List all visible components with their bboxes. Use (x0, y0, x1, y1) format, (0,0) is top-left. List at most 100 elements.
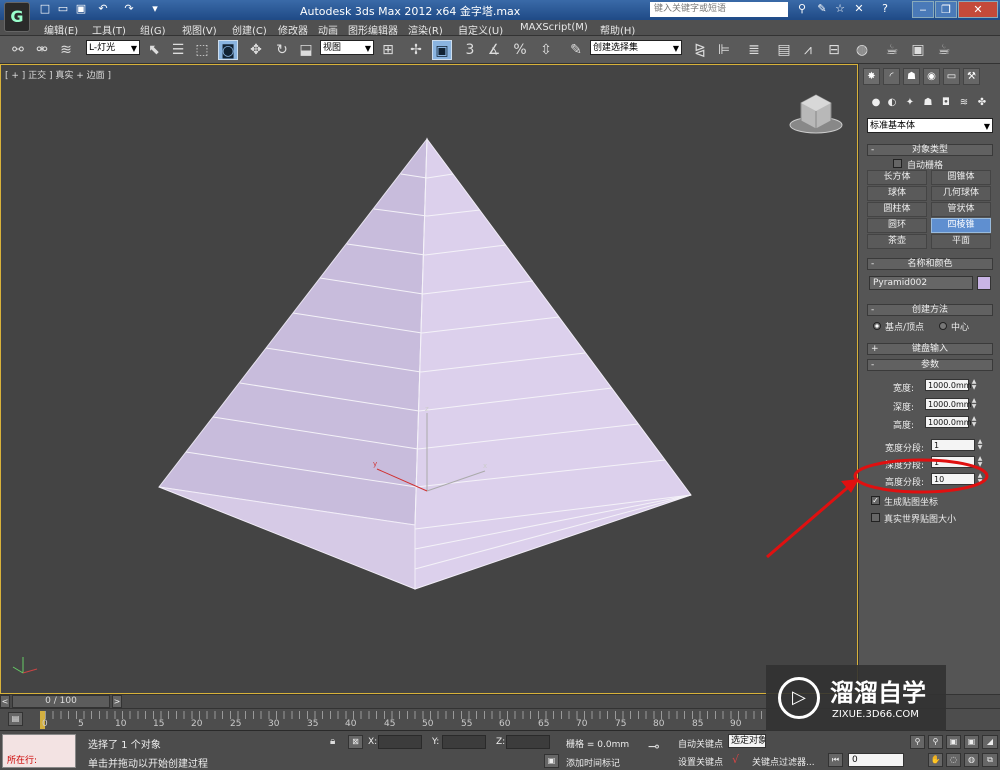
pan-icon[interactable]: ✋ (928, 753, 943, 767)
quick-access-menu-icon[interactable]: ▾ (148, 2, 162, 16)
utilities-tab-icon[interactable]: ⚒ (963, 68, 980, 85)
window-crossing-icon[interactable]: ◙ (218, 40, 238, 60)
align-icon[interactable]: ⊫ (714, 40, 734, 60)
rectangular-region-icon[interactable]: ⬚ (192, 40, 212, 60)
geometry-icon[interactable]: ● (869, 96, 883, 110)
height-spin-arrows[interactable]: ▲ ▼ (971, 416, 977, 428)
close-button[interactable]: ✕ (958, 1, 998, 18)
cameras-icon[interactable]: ☗ (921, 96, 935, 110)
time-tag-icon[interactable]: ▣ (544, 754, 559, 768)
prev-frame-icon[interactable]: < (0, 695, 10, 708)
menu-maxscript[interactable]: MAXScript(M) (520, 22, 588, 33)
hierarchy-tab-icon[interactable]: ☗ (903, 68, 920, 85)
add-time-tag[interactable]: 添加时间标记 (566, 756, 620, 769)
link-icon[interactable]: ⚯ (8, 40, 28, 60)
key-filters-button[interactable]: 关键点过滤器... (752, 755, 815, 768)
graphite-tools-icon[interactable]: ▤ (774, 40, 794, 60)
pyramid-button[interactable]: 四棱锥 (931, 218, 991, 233)
set-key-button[interactable]: 设置关键点 (678, 755, 723, 768)
x-coordinate-field[interactable] (378, 735, 422, 749)
depth-spinner[interactable]: 1000.0mm (925, 398, 972, 410)
orbit-subobject-icon[interactable]: ◍ (964, 753, 979, 767)
width-segs-spinner[interactable]: 1 (931, 439, 975, 451)
field-of-view-icon[interactable]: ◢ (982, 735, 998, 749)
lights-icon[interactable]: ✦ (903, 96, 917, 110)
menu-help[interactable]: 帮助(H) (600, 22, 635, 37)
named-selection-dropdown[interactable]: 创建选择集 (590, 40, 682, 56)
material-editor-icon[interactable]: ◍ (852, 40, 872, 60)
set-key-mode-icon[interactable]: ⊸ (648, 739, 660, 755)
curve-editor-icon[interactable]: ⩘ (798, 40, 818, 60)
current-frame-field[interactable]: 0 (848, 753, 904, 767)
rotate-icon[interactable]: ↻ (272, 40, 292, 60)
height-spinner[interactable]: 1000.0mm (925, 416, 972, 428)
open-file-icon[interactable]: ▭ (56, 2, 70, 16)
schematic-view-icon[interactable]: ⊟ (824, 40, 844, 60)
z-coordinate-field[interactable] (506, 735, 550, 749)
frame-indicator[interactable]: 0 / 100 (12, 695, 110, 708)
width-spin-arrows[interactable]: ▲ ▼ (971, 379, 977, 391)
depth-spin-arrows[interactable]: ▲ ▼ (971, 398, 977, 410)
cylinder-button[interactable]: 圆柱体 (867, 202, 927, 217)
new-file-icon[interactable]: □ (38, 2, 52, 16)
render-setup-icon[interactable]: ☕ (882, 40, 902, 60)
autogrid-checkbox[interactable] (893, 159, 902, 168)
reference-coordinate-dropdown[interactable]: 视图 (320, 40, 374, 56)
maxscript-listener[interactable]: 所在行: (2, 734, 76, 768)
width-spinner[interactable]: 1000.0mm (925, 379, 972, 391)
zoom-extents-all-icon[interactable]: ▣ (964, 735, 979, 749)
motion-tab-icon[interactable]: ◉ (923, 68, 940, 85)
modify-tab-icon[interactable]: ◜ (883, 68, 900, 85)
orbit-icon[interactable]: ◌ (946, 753, 961, 767)
goto-start-icon[interactable]: ⏮ (828, 753, 843, 767)
save-file-icon[interactable]: ▣ (74, 2, 88, 16)
width-segs-spin-arrows[interactable]: ▲ ▼ (977, 439, 983, 451)
menu-modifiers[interactable]: 修改器 (278, 22, 308, 37)
auto-key-button[interactable]: 自动关键点 (678, 737, 723, 750)
geosphere-button[interactable]: 几何球体 (931, 186, 991, 201)
layer-manager-icon[interactable]: ≣ (744, 40, 764, 60)
object-color-swatch[interactable] (977, 276, 991, 290)
angle-snap-icon[interactable]: ∡ (484, 40, 504, 60)
teapot-button[interactable]: 茶壶 (867, 234, 927, 249)
absolute-mode-icon[interactable]: ⊠ (348, 735, 363, 749)
keyboard-shortcut-override-icon[interactable]: ▣ (432, 40, 452, 60)
center-radio[interactable] (939, 322, 947, 330)
category-dropdown[interactable]: 标准基本体 (867, 118, 993, 134)
tube-button[interactable]: 管状体 (931, 202, 991, 217)
select-manipulate-icon[interactable]: ✢ (406, 40, 426, 60)
menu-tools[interactable]: 工具(T) (92, 22, 126, 37)
selection-filter-dropdown[interactable]: L-灯光 (86, 40, 140, 56)
shapes-icon[interactable]: ◐ (885, 96, 899, 110)
menu-views[interactable]: 视图(V) (182, 22, 217, 37)
scale-icon[interactable]: ⬓ (296, 40, 316, 60)
percent-snap-icon[interactable]: % (510, 40, 530, 60)
perspective-viewport[interactable]: [ + ] 正交 ] 真实 + 边面 ] z x y (0, 64, 859, 694)
restore-button[interactable]: ❐ (935, 1, 957, 18)
mirror-icon[interactable]: ⧎ (690, 40, 710, 60)
menu-customize[interactable]: 自定义(U) (458, 22, 503, 37)
keyboard-entry-rollout[interactable]: + 键盘输入 (867, 343, 993, 355)
minimize-button[interactable]: ‒ (912, 1, 934, 18)
render-production-icon[interactable]: ☕ (934, 40, 954, 60)
app-logo-icon[interactable]: G (4, 2, 30, 32)
curve-editor-mini-icon[interactable]: ▤ (8, 712, 23, 726)
zoom-all-icon[interactable]: ⚲ (928, 735, 943, 749)
zoom-extents-icon[interactable]: ▣ (946, 735, 961, 749)
maximize-viewport-icon[interactable]: ⧉ (982, 753, 998, 767)
redo-icon[interactable]: ↷ (122, 2, 136, 16)
move-icon[interactable]: ✥ (246, 40, 266, 60)
search-input[interactable]: 键入关键字或短语 (650, 2, 788, 17)
snaps-toggle-icon[interactable]: 3 (460, 40, 480, 60)
display-tab-icon[interactable]: ▭ (943, 68, 960, 85)
close-search-icon[interactable]: ✕ (852, 2, 866, 16)
lock-selection-icon[interactable]: 🔒︎ (330, 736, 335, 747)
menu-group[interactable]: 组(G) (140, 22, 166, 37)
systems-icon[interactable]: ✤ (975, 96, 989, 110)
spinner-snap-icon[interactable]: ⇳ (536, 40, 556, 60)
subscription-icon[interactable]: ✎ (815, 2, 829, 16)
favorites-icon[interactable]: ☆ (833, 2, 847, 16)
zoom-icon[interactable]: ⚲ (910, 735, 925, 749)
sphere-button[interactable]: 球体 (867, 186, 927, 201)
creation-method-rollout[interactable]: - 创建方法 (867, 304, 993, 316)
